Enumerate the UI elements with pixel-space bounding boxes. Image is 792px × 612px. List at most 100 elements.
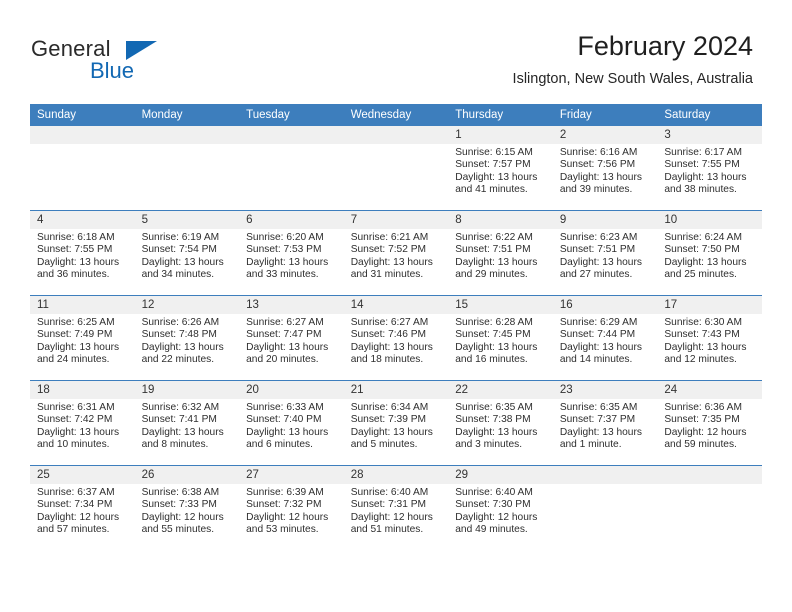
daylight-text-line1: Daylight: 12 hours [455,511,538,523]
sunrise-text: Sunrise: 6:38 AM [141,487,220,498]
day-cell[interactable]: 3 Sunrise: 6:17 AM Sunset: 7:55 PM Dayli… [657,126,762,211]
sunset-text: Sunset: 7:56 PM [559,159,636,171]
day-cell[interactable]: 27 Sunrise: 6:39 AM Sunset: 7:32 PM Dayl… [239,465,344,550]
daylight-text-line1: Daylight: 13 hours [559,171,642,183]
day-number: 13 [239,296,344,314]
day-cell[interactable]: 7 Sunrise: 6:21 AM Sunset: 7:52 PM Dayli… [343,210,449,296]
sunrise-text: Sunrise: 6:35 AM [559,402,638,413]
daylight-text-line1: Daylight: 12 hours [246,511,329,523]
daylight-text-line2: and 59 minutes. [664,439,737,451]
day-details: Sunrise: 6:17 AM Sunset: 7:55 PM Dayligh… [657,144,762,197]
calendar-header-row: Sunday Monday Tuesday Wednesday Thursday… [30,104,762,126]
day-cell[interactable]: 1 Sunrise: 6:15 AM Sunset: 7:57 PM Dayli… [448,126,553,211]
calendar-page: General Blue February 2024 Islington, Ne… [0,0,792,612]
sunset-text: Sunset: 7:52 PM [350,244,427,256]
day-number [134,126,240,144]
day-number: 19 [134,381,240,399]
day-cell[interactable]: 29 Sunrise: 6:40 AM Sunset: 7:30 PM Dayl… [448,465,553,550]
sunrise-text: Sunrise: 6:40 AM [350,487,429,498]
day-cell[interactable]: 14 Sunrise: 6:27 AM Sunset: 7:46 PM Dayl… [343,295,449,381]
day-cell[interactable]: 9 Sunrise: 6:23 AM Sunset: 7:51 PM Dayli… [552,210,658,296]
day-details: Sunrise: 6:32 AM Sunset: 7:41 PM Dayligh… [135,399,240,452]
day-number: 15 [448,296,553,314]
day-number: 27 [239,466,344,484]
day-cell[interactable]: 6 Sunrise: 6:20 AM Sunset: 7:53 PM Dayli… [239,210,344,296]
logo-text-blue: Blue [90,58,135,83]
day-details: Sunrise: 6:22 AM Sunset: 7:51 PM Dayligh… [448,229,553,282]
daylight-text-line2: and 34 minutes. [141,269,215,281]
day-cell[interactable]: 2 Sunrise: 6:16 AM Sunset: 7:56 PM Dayli… [552,126,658,211]
calendar-week-row: 18 Sunrise: 6:31 AM Sunset: 7:42 PM Dayl… [30,380,762,466]
day-cell-empty [239,126,344,211]
daylight-text-line2: and 49 minutes. [455,524,528,536]
day-number: 14 [343,296,449,314]
sunrise-text: Sunrise: 6:18 AM [37,232,115,243]
day-details: Sunrise: 6:27 AM Sunset: 7:46 PM Dayligh… [344,314,449,367]
day-cell[interactable]: 13 Sunrise: 6:27 AM Sunset: 7:47 PM Dayl… [239,295,344,381]
sunset-text: Sunset: 7:34 PM [37,499,113,511]
day-cell[interactable]: 15 Sunrise: 6:28 AM Sunset: 7:45 PM Dayl… [448,295,553,381]
day-number: 26 [134,466,240,484]
daylight-text-line1: Daylight: 13 hours [664,341,747,353]
day-details: Sunrise: 6:18 AM Sunset: 7:55 PM Dayligh… [30,229,135,282]
daylight-text-line2: and 20 minutes. [246,354,319,366]
day-details: Sunrise: 6:23 AM Sunset: 7:51 PM Dayligh… [553,229,658,282]
day-cell[interactable]: 21 Sunrise: 6:34 AM Sunset: 7:39 PM Dayl… [343,380,449,466]
day-cell[interactable]: 25 Sunrise: 6:37 AM Sunset: 7:34 PM Dayl… [30,465,135,550]
day-details: Sunrise: 6:39 AM Sunset: 7:32 PM Dayligh… [239,484,344,537]
daylight-text-line2: and 27 minutes. [559,269,633,281]
daylight-text-line2: and 14 minutes. [559,354,633,366]
day-number: 20 [239,381,344,399]
day-number: 29 [448,466,553,484]
title-block: February 2024 Islington, New South Wales… [513,30,753,88]
day-details: Sunrise: 6:31 AM Sunset: 7:42 PM Dayligh… [30,399,135,452]
day-cell[interactable]: 12 Sunrise: 6:26 AM Sunset: 7:48 PM Dayl… [134,295,240,381]
daylight-text-line1: Daylight: 13 hours [664,256,747,268]
sunset-text: Sunset: 7:51 PM [559,244,636,256]
daylight-text-line2: and 36 minutes. [37,269,110,281]
day-cell[interactable]: 24 Sunrise: 6:36 AM Sunset: 7:35 PM Dayl… [657,380,762,466]
daylight-text-line1: Daylight: 13 hours [141,426,224,438]
sunrise-text: Sunrise: 6:37 AM [37,487,115,498]
day-cell[interactable]: 23 Sunrise: 6:35 AM Sunset: 7:37 PM Dayl… [552,380,658,466]
day-cell-empty [30,126,135,211]
day-cell[interactable]: 10 Sunrise: 6:24 AM Sunset: 7:50 PM Dayl… [657,210,762,296]
sunset-text: Sunset: 7:43 PM [664,329,740,341]
day-cell[interactable]: 17 Sunrise: 6:30 AM Sunset: 7:43 PM Dayl… [657,295,762,381]
day-cell[interactable]: 20 Sunrise: 6:33 AM Sunset: 7:40 PM Dayl… [239,380,344,466]
daylight-text-line2: and 29 minutes. [455,269,528,281]
day-cell[interactable]: 5 Sunrise: 6:19 AM Sunset: 7:54 PM Dayli… [134,210,240,296]
day-number: 1 [448,126,553,144]
day-cell[interactable]: 11 Sunrise: 6:25 AM Sunset: 7:49 PM Dayl… [30,295,135,381]
day-number: 4 [30,211,135,229]
day-cell[interactable]: 19 Sunrise: 6:32 AM Sunset: 7:41 PM Dayl… [134,380,240,466]
day-details: Sunrise: 6:40 AM Sunset: 7:31 PM Dayligh… [344,484,449,537]
day-details: Sunrise: 6:24 AM Sunset: 7:50 PM Dayligh… [657,229,762,282]
day-cell[interactable]: 16 Sunrise: 6:29 AM Sunset: 7:44 PM Dayl… [552,295,658,381]
daylight-text-line1: Daylight: 13 hours [141,341,224,353]
day-number: 24 [657,381,762,399]
day-cell-empty [343,126,449,211]
daylight-text-line2: and 33 minutes. [246,269,319,281]
sunset-text: Sunset: 7:54 PM [141,244,217,256]
weekday-header-wednesday: Wednesday [343,104,449,126]
day-cell[interactable]: 4 Sunrise: 6:18 AM Sunset: 7:55 PM Dayli… [30,210,135,296]
calendar-week-row: 4 Sunrise: 6:18 AM Sunset: 7:55 PM Dayli… [30,210,762,296]
day-cell[interactable]: 28 Sunrise: 6:40 AM Sunset: 7:31 PM Dayl… [343,465,449,550]
day-cell[interactable]: 8 Sunrise: 6:22 AM Sunset: 7:51 PM Dayli… [448,210,553,296]
sunset-text: Sunset: 7:44 PM [559,329,636,341]
day-details: Sunrise: 6:19 AM Sunset: 7:54 PM Dayligh… [135,229,240,282]
sunset-text: Sunset: 7:46 PM [350,329,427,341]
day-details: Sunrise: 6:34 AM Sunset: 7:39 PM Dayligh… [344,399,449,452]
daylight-text-line2: and 22 minutes. [141,354,215,366]
day-cell[interactable]: 26 Sunrise: 6:38 AM Sunset: 7:33 PM Dayl… [134,465,240,550]
sunset-text: Sunset: 7:40 PM [246,414,322,426]
daylight-text-line2: and 3 minutes. [455,439,523,451]
sunrise-text: Sunrise: 6:33 AM [246,402,324,413]
day-details: Sunrise: 6:27 AM Sunset: 7:47 PM Dayligh… [239,314,344,367]
day-cell[interactable]: 22 Sunrise: 6:35 AM Sunset: 7:38 PM Dayl… [448,380,553,466]
day-details: Sunrise: 6:15 AM Sunset: 7:57 PM Dayligh… [448,144,553,197]
day-number: 25 [30,466,135,484]
day-cell[interactable]: 18 Sunrise: 6:31 AM Sunset: 7:42 PM Dayl… [30,380,135,466]
day-cell-empty [134,126,240,211]
